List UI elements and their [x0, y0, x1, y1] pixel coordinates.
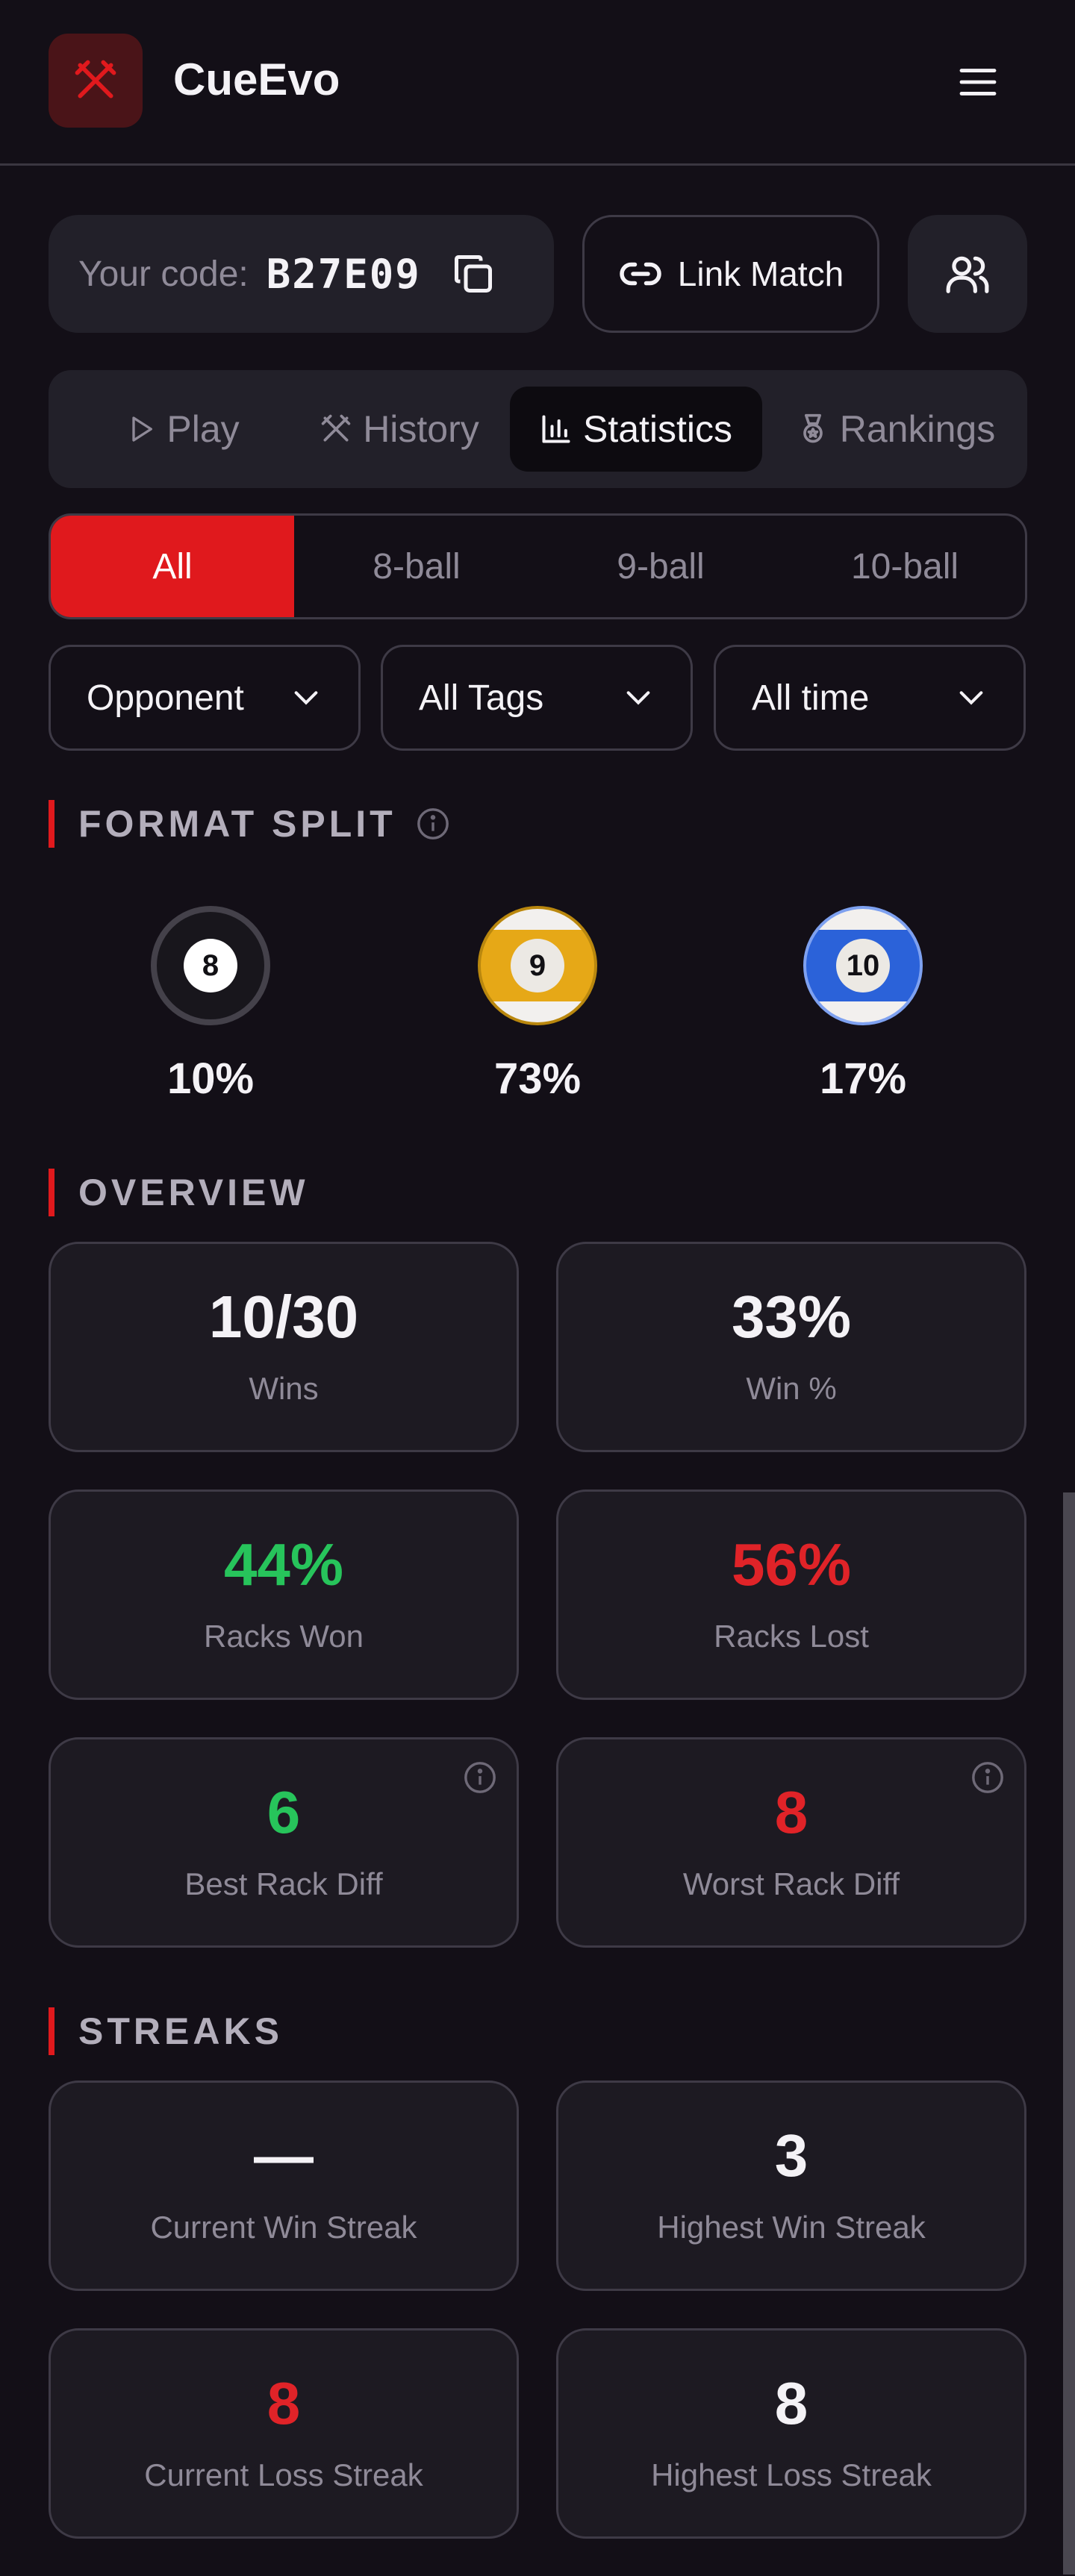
- opponent-filter[interactable]: Opponent: [49, 645, 361, 751]
- chevron-down-icon: [626, 691, 650, 705]
- format-option-all[interactable]: All: [51, 516, 294, 617]
- tab-rankings[interactable]: Rankings: [780, 387, 1012, 472]
- format-split-10-ball: 10 17%: [751, 906, 975, 1115]
- copy-icon: [454, 255, 492, 293]
- tab-rankings-label: Rankings: [839, 408, 996, 450]
- win-percent-value: 33%: [731, 1284, 852, 1350]
- page-scrollbar[interactable]: [1063, 1492, 1075, 2575]
- format-split-percent: 73%: [493, 1054, 582, 1103]
- format-split-8-ball: 8 10%: [99, 906, 322, 1115]
- play-icon: [132, 416, 153, 442]
- current-loss-streak-card: 8 Current Loss Streak: [49, 2328, 519, 2539]
- medal-icon: [803, 413, 823, 443]
- crossed-cues-icon: [321, 414, 351, 442]
- app-logo[interactable]: [49, 34, 143, 128]
- player-code-box: Your code: B27E09: [49, 215, 554, 333]
- format-split-heading: FORMAT SPLIT: [49, 800, 450, 848]
- format-split-percent: 17%: [819, 1054, 907, 1103]
- highest-loss-streak-card: 8 Highest Loss Streak: [556, 2328, 1026, 2539]
- link-match-button[interactable]: Link Match: [582, 215, 879, 333]
- tab-history-label: History: [363, 408, 479, 450]
- crossed-cues-icon: [75, 60, 116, 99]
- racks-lost-label: Racks Lost: [714, 1619, 869, 1654]
- racks-won-value: 44%: [223, 1531, 344, 1598]
- time-filter[interactable]: All time: [714, 645, 1026, 751]
- app-title: CueEvo: [173, 54, 340, 104]
- info-icon[interactable]: [416, 807, 450, 841]
- format-split-9-ball: 9 73%: [426, 906, 649, 1115]
- info-icon[interactable]: [970, 1760, 1005, 1795]
- overview-title: OVERVIEW: [78, 1172, 309, 1213]
- highest-win-streak-value: 3: [774, 2122, 808, 2189]
- current-win-streak-value: —: [254, 2122, 314, 2189]
- streaks-title: STREAKS: [78, 2010, 283, 2052]
- code-label: Your code:: [78, 254, 249, 294]
- code-value: B27E09: [266, 250, 421, 298]
- friends-button[interactable]: [908, 215, 1027, 333]
- format-option-9-ball[interactable]: 9-ball: [539, 516, 782, 617]
- format-split-percent: 10%: [166, 1054, 255, 1103]
- bar-chart-icon: [542, 415, 570, 443]
- time-filter-label: All time: [752, 678, 870, 718]
- chevron-down-icon: [294, 691, 318, 705]
- tab-play[interactable]: Play: [93, 387, 272, 472]
- format-option-8-ball[interactable]: 8-ball: [295, 516, 538, 617]
- win-percent-card: 33% Win %: [556, 1242, 1026, 1452]
- tags-filter-label: All Tags: [419, 678, 544, 718]
- racks-lost-value: 56%: [731, 1531, 852, 1598]
- link-match-label: Link Match: [677, 254, 844, 293]
- menu-button[interactable]: [948, 56, 1008, 108]
- info-icon[interactable]: [463, 1760, 497, 1795]
- opponent-filter-label: Opponent: [87, 678, 244, 718]
- ball-number: 8: [184, 939, 237, 992]
- tab-history[interactable]: History: [302, 387, 496, 472]
- worst-rack-diff-label: Worst Rack Diff: [682, 1866, 900, 1901]
- win-percent-label: Win %: [746, 1371, 837, 1406]
- tab-statistics-label: Statistics: [582, 408, 733, 450]
- worst-rack-diff-value: 8: [774, 1779, 808, 1845]
- chevron-down-icon: [959, 691, 983, 705]
- tab-statistics[interactable]: Statistics: [510, 387, 762, 472]
- racks-won-card: 44% Racks Won: [49, 1489, 519, 1700]
- format-option-10-ball[interactable]: 10-ball: [783, 516, 1025, 617]
- ball-number: 9: [511, 939, 564, 992]
- wins-label: Wins: [249, 1371, 319, 1406]
- streaks-heading: STREAKS: [49, 2007, 283, 2055]
- eight-ball-icon: 8: [151, 906, 270, 1025]
- wins-card: 10/30 Wins: [49, 1242, 519, 1452]
- highest-loss-streak-label: Highest Loss Streak: [651, 2457, 932, 2492]
- racks-lost-card: 56% Racks Lost: [556, 1489, 1026, 1700]
- racks-won-label: Racks Won: [204, 1619, 364, 1654]
- app-header: CueEvo: [0, 0, 1075, 166]
- wins-value: 10/30: [208, 1284, 359, 1350]
- nine-ball-icon: 9: [478, 906, 597, 1025]
- highest-loss-streak-value: 8: [774, 2370, 808, 2436]
- tab-play-label: Play: [166, 408, 240, 450]
- highest-win-streak-card: 3 Highest Win Streak: [556, 2081, 1026, 2291]
- ball-number: 10: [836, 939, 890, 992]
- current-loss-streak-value: 8: [267, 2370, 301, 2436]
- game-format-filter: All 8-ball 9-ball 10-ball: [49, 513, 1027, 619]
- format-split-title: FORMAT SPLIT: [78, 803, 396, 845]
- copy-code-button[interactable]: [451, 251, 496, 296]
- tags-filter[interactable]: All Tags: [381, 645, 693, 751]
- highest-win-streak-label: Highest Win Streak: [657, 2210, 926, 2245]
- worst-rack-diff-card: 8 Worst Rack Diff: [556, 1737, 1026, 1948]
- current-loss-streak-label: Current Loss Streak: [144, 2457, 423, 2492]
- link-icon: [620, 262, 661, 286]
- best-rack-diff-card: 6 Best Rack Diff: [49, 1737, 519, 1948]
- best-rack-diff-label: Best Rack Diff: [184, 1866, 383, 1901]
- overview-heading: OVERVIEW: [49, 1169, 309, 1216]
- best-rack-diff-value: 6: [267, 1779, 301, 1845]
- ten-ball-icon: 10: [803, 906, 923, 1025]
- users-icon: [946, 256, 989, 293]
- current-win-streak-label: Current Win Streak: [150, 2210, 417, 2245]
- main-tabs: Play History Statistics Rankings: [49, 370, 1027, 488]
- hamburger-icon: [959, 69, 997, 96]
- current-win-streak-card: — Current Win Streak: [49, 2081, 519, 2291]
